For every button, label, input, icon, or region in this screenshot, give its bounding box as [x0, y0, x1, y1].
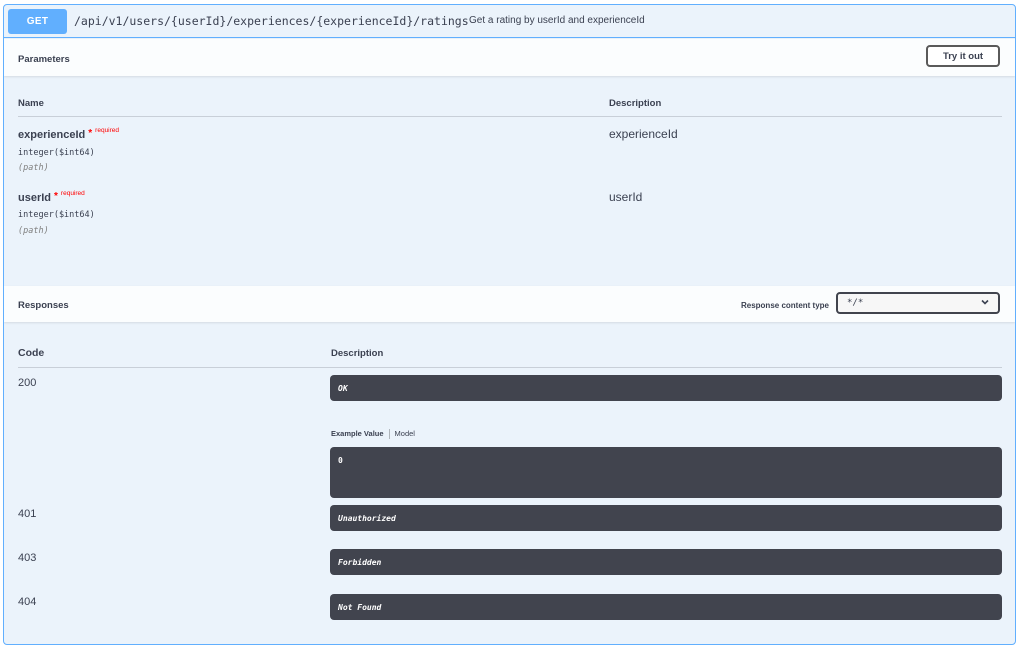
required-label: required [60, 190, 85, 197]
response-description-box: Unauthorized [330, 505, 1002, 531]
param-name-text: experienceId [18, 129, 86, 141]
param-location: (path) [18, 226, 49, 236]
endpoint-path: /api/v1/users/{userId}/experiences/{expe… [74, 14, 469, 28]
param-name-text: userId [18, 192, 52, 204]
required-star: * [88, 128, 93, 139]
response-description: OK [338, 384, 348, 393]
param-description: userId [609, 190, 643, 204]
param-type: integer($int64) [18, 210, 95, 220]
responses-divider [18, 367, 1002, 368]
response-content-type-select[interactable]: */* [836, 292, 1000, 314]
select-value: */* [847, 298, 864, 308]
operation-summary[interactable]: GET /api/v1/users/{userId}/experiences/{… [4, 5, 1015, 38]
response-code: 200 [18, 377, 37, 389]
response-description: Forbidden [338, 558, 382, 567]
required-label: required [95, 127, 120, 134]
model-tab[interactable]: Model [395, 429, 415, 438]
param-name-experienceid: experienceId * required [18, 127, 120, 141]
response-code: 403 [18, 552, 37, 564]
response-description: Unauthorized [338, 514, 396, 523]
chevron-down-icon [980, 297, 990, 310]
parameters-col-name: Name [18, 98, 44, 109]
responses-col-code: Code [18, 347, 45, 359]
response-code: 404 [18, 596, 37, 608]
param-location: (path) [18, 163, 49, 173]
operation-description: Get a rating by userId and experienceId [469, 15, 645, 26]
example-value-box: 0 [330, 447, 1002, 498]
param-type: integer($int64) [18, 148, 95, 158]
try-it-out-button[interactable]: Try it out [926, 45, 1000, 67]
responses-title: Responses [18, 300, 69, 311]
param-description: experienceId [609, 127, 678, 141]
tab-separator [388, 429, 390, 440]
responses-col-description: Description [331, 348, 384, 359]
method-badge: GET [8, 9, 67, 34]
parameters-divider [18, 116, 1002, 117]
example-value: 0 [338, 456, 343, 465]
response-description-box: Forbidden [330, 549, 1002, 575]
parameters-header: Parameters Try it out [4, 39, 1015, 76]
response-code: 401 [18, 508, 37, 520]
example-tabs: Example Value Model [331, 429, 415, 440]
response-content-type-label: Response content type [740, 301, 829, 310]
response-description-box: Not Found [330, 594, 1002, 620]
example-value-tab[interactable]: Example Value [331, 429, 384, 438]
response-description: Not Found [338, 603, 382, 612]
parameters-col-description: Description [609, 98, 662, 109]
response-description-box: OK [330, 375, 1002, 401]
operation-block: GET /api/v1/users/{userId}/experiences/{… [3, 4, 1016, 645]
required-star: * [54, 191, 58, 202]
param-name-userid: userId * required [18, 190, 85, 204]
parameters-title: Parameters [18, 54, 70, 65]
responses-header: Responses Response content type */* [4, 286, 1015, 322]
